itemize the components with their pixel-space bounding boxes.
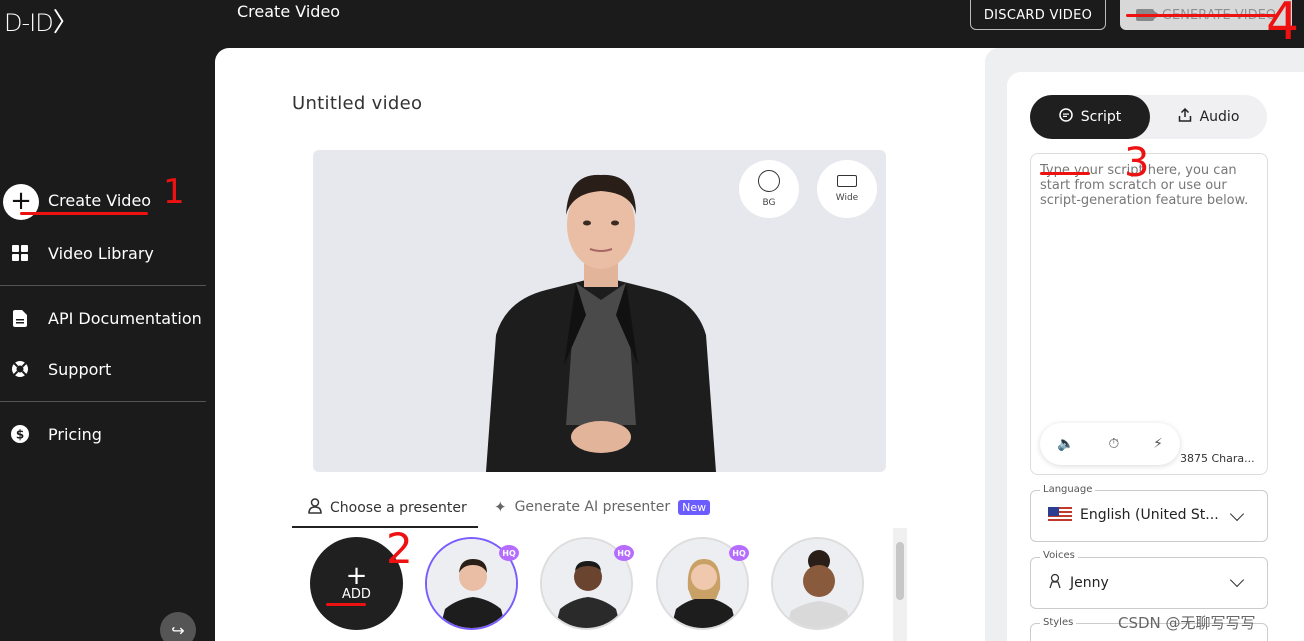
language-label: Language: [1040, 484, 1096, 495]
document-icon: [10, 308, 30, 328]
tab-choose-presenter[interactable]: Choose a presenter: [292, 498, 478, 528]
tab-generate-ai-presenter[interactable]: ✦ Generate AI presenter New: [494, 498, 711, 516]
hq-badge: HQ: [499, 545, 519, 561]
language-value: English (United St...: [1048, 507, 1219, 523]
background-button[interactable]: BG: [739, 160, 799, 218]
bg-label: BG: [762, 198, 776, 208]
hq-badge: HQ: [729, 545, 749, 561]
presenter-image: [486, 174, 716, 472]
annotation-underline: [20, 212, 148, 215]
voices-label: Voices: [1040, 550, 1078, 561]
voice-text: Jenny: [1070, 575, 1109, 591]
us-flag-icon: [1048, 507, 1072, 523]
annotation-number-3: 3: [1124, 140, 1150, 186]
sidebar-divider: [0, 285, 206, 286]
sparkle-icon: ✦: [494, 498, 507, 516]
tab-script[interactable]: Script: [1030, 95, 1150, 139]
sidebar-item-support[interactable]: Support: [10, 359, 111, 379]
upload-icon: [1178, 107, 1192, 126]
wide-label: Wide: [835, 193, 859, 203]
sidebar-item-api-documentation[interactable]: API Documentation: [10, 308, 202, 328]
share-icon[interactable]: ↪: [160, 612, 196, 641]
sidebar-item-label: Pricing: [48, 424, 102, 444]
sidebar-item-label: Video Library: [48, 243, 154, 263]
annotation-underline: [1040, 172, 1090, 175]
speaker-icon[interactable]: 🔈: [1057, 436, 1074, 452]
plus-icon: +: [345, 561, 368, 591]
timer-icon[interactable]: ⏱: [1108, 436, 1119, 452]
annotation-number-2: 2: [386, 524, 413, 573]
tab-label: Generate AI presenter: [514, 499, 671, 515]
scrollbar-thumb[interactable]: [896, 542, 904, 600]
presenter-avatar[interactable]: [771, 537, 864, 630]
svg-text:$: $: [16, 428, 24, 442]
presenter-list-scrollbar[interactable]: [893, 528, 907, 641]
hq-badge: HQ: [614, 545, 634, 561]
chat-bubble-icon: [1058, 108, 1073, 126]
wide-button[interactable]: Wide: [817, 160, 877, 218]
sidebar-divider: [0, 401, 206, 402]
new-badge: New: [678, 499, 711, 515]
voice-avatar-icon: [1048, 573, 1062, 593]
sidebar-item-label: Create Video: [48, 191, 152, 210]
lifebuoy-icon: [10, 359, 30, 379]
person-icon: [308, 498, 322, 518]
character-count: 3875 Chara...: [1180, 452, 1255, 465]
tab-label: Script: [1080, 109, 1122, 125]
sidebar-item-video-library[interactable]: Video Library: [10, 243, 154, 263]
video-title[interactable]: Untitled video: [292, 93, 422, 114]
circle-icon: [758, 170, 780, 192]
dollar-icon: $: [10, 424, 30, 444]
d-id-logo[interactable]: D-ID〉: [4, 2, 79, 39]
voice-value: Jenny: [1048, 573, 1109, 593]
annotation-underline: [1126, 14, 1276, 17]
sidebar-item-create-video[interactable]: Create Video: [48, 191, 151, 210]
script-tools: 🔈 ⏱ ⚡: [1040, 423, 1180, 465]
grid-icon: [10, 243, 30, 263]
tab-audio[interactable]: Audio: [1150, 95, 1267, 139]
annotation-number-4: 4: [1266, 0, 1300, 52]
sidebar-item-label: API Documentation: [48, 308, 202, 328]
tab-label: Audio: [1199, 109, 1240, 125]
script-placeholder: Type your script here, you can start fro…: [1040, 163, 1249, 208]
discard-video-button[interactable]: DISCARD VIDEO: [970, 0, 1106, 30]
aspect-ratio-icon: [837, 175, 857, 187]
language-text: English (United St...: [1080, 507, 1219, 523]
page-title: Create Video: [237, 2, 341, 21]
annotation-underline: [326, 603, 366, 606]
sidebar-item-label: Support: [48, 359, 112, 379]
sidebar-item-pricing[interactable]: $ Pricing: [10, 424, 102, 444]
video-preview: BG Wide: [313, 150, 886, 472]
magic-wand-icon[interactable]: ⚡: [1153, 436, 1163, 452]
add-label: ADD: [342, 587, 371, 602]
annotation-number-1: 1: [163, 172, 185, 212]
styles-label: Styles: [1040, 617, 1077, 628]
csdn-watermark: CSDN @无聊写写写: [1118, 614, 1256, 632]
tab-label: Choose a presenter: [330, 500, 467, 516]
